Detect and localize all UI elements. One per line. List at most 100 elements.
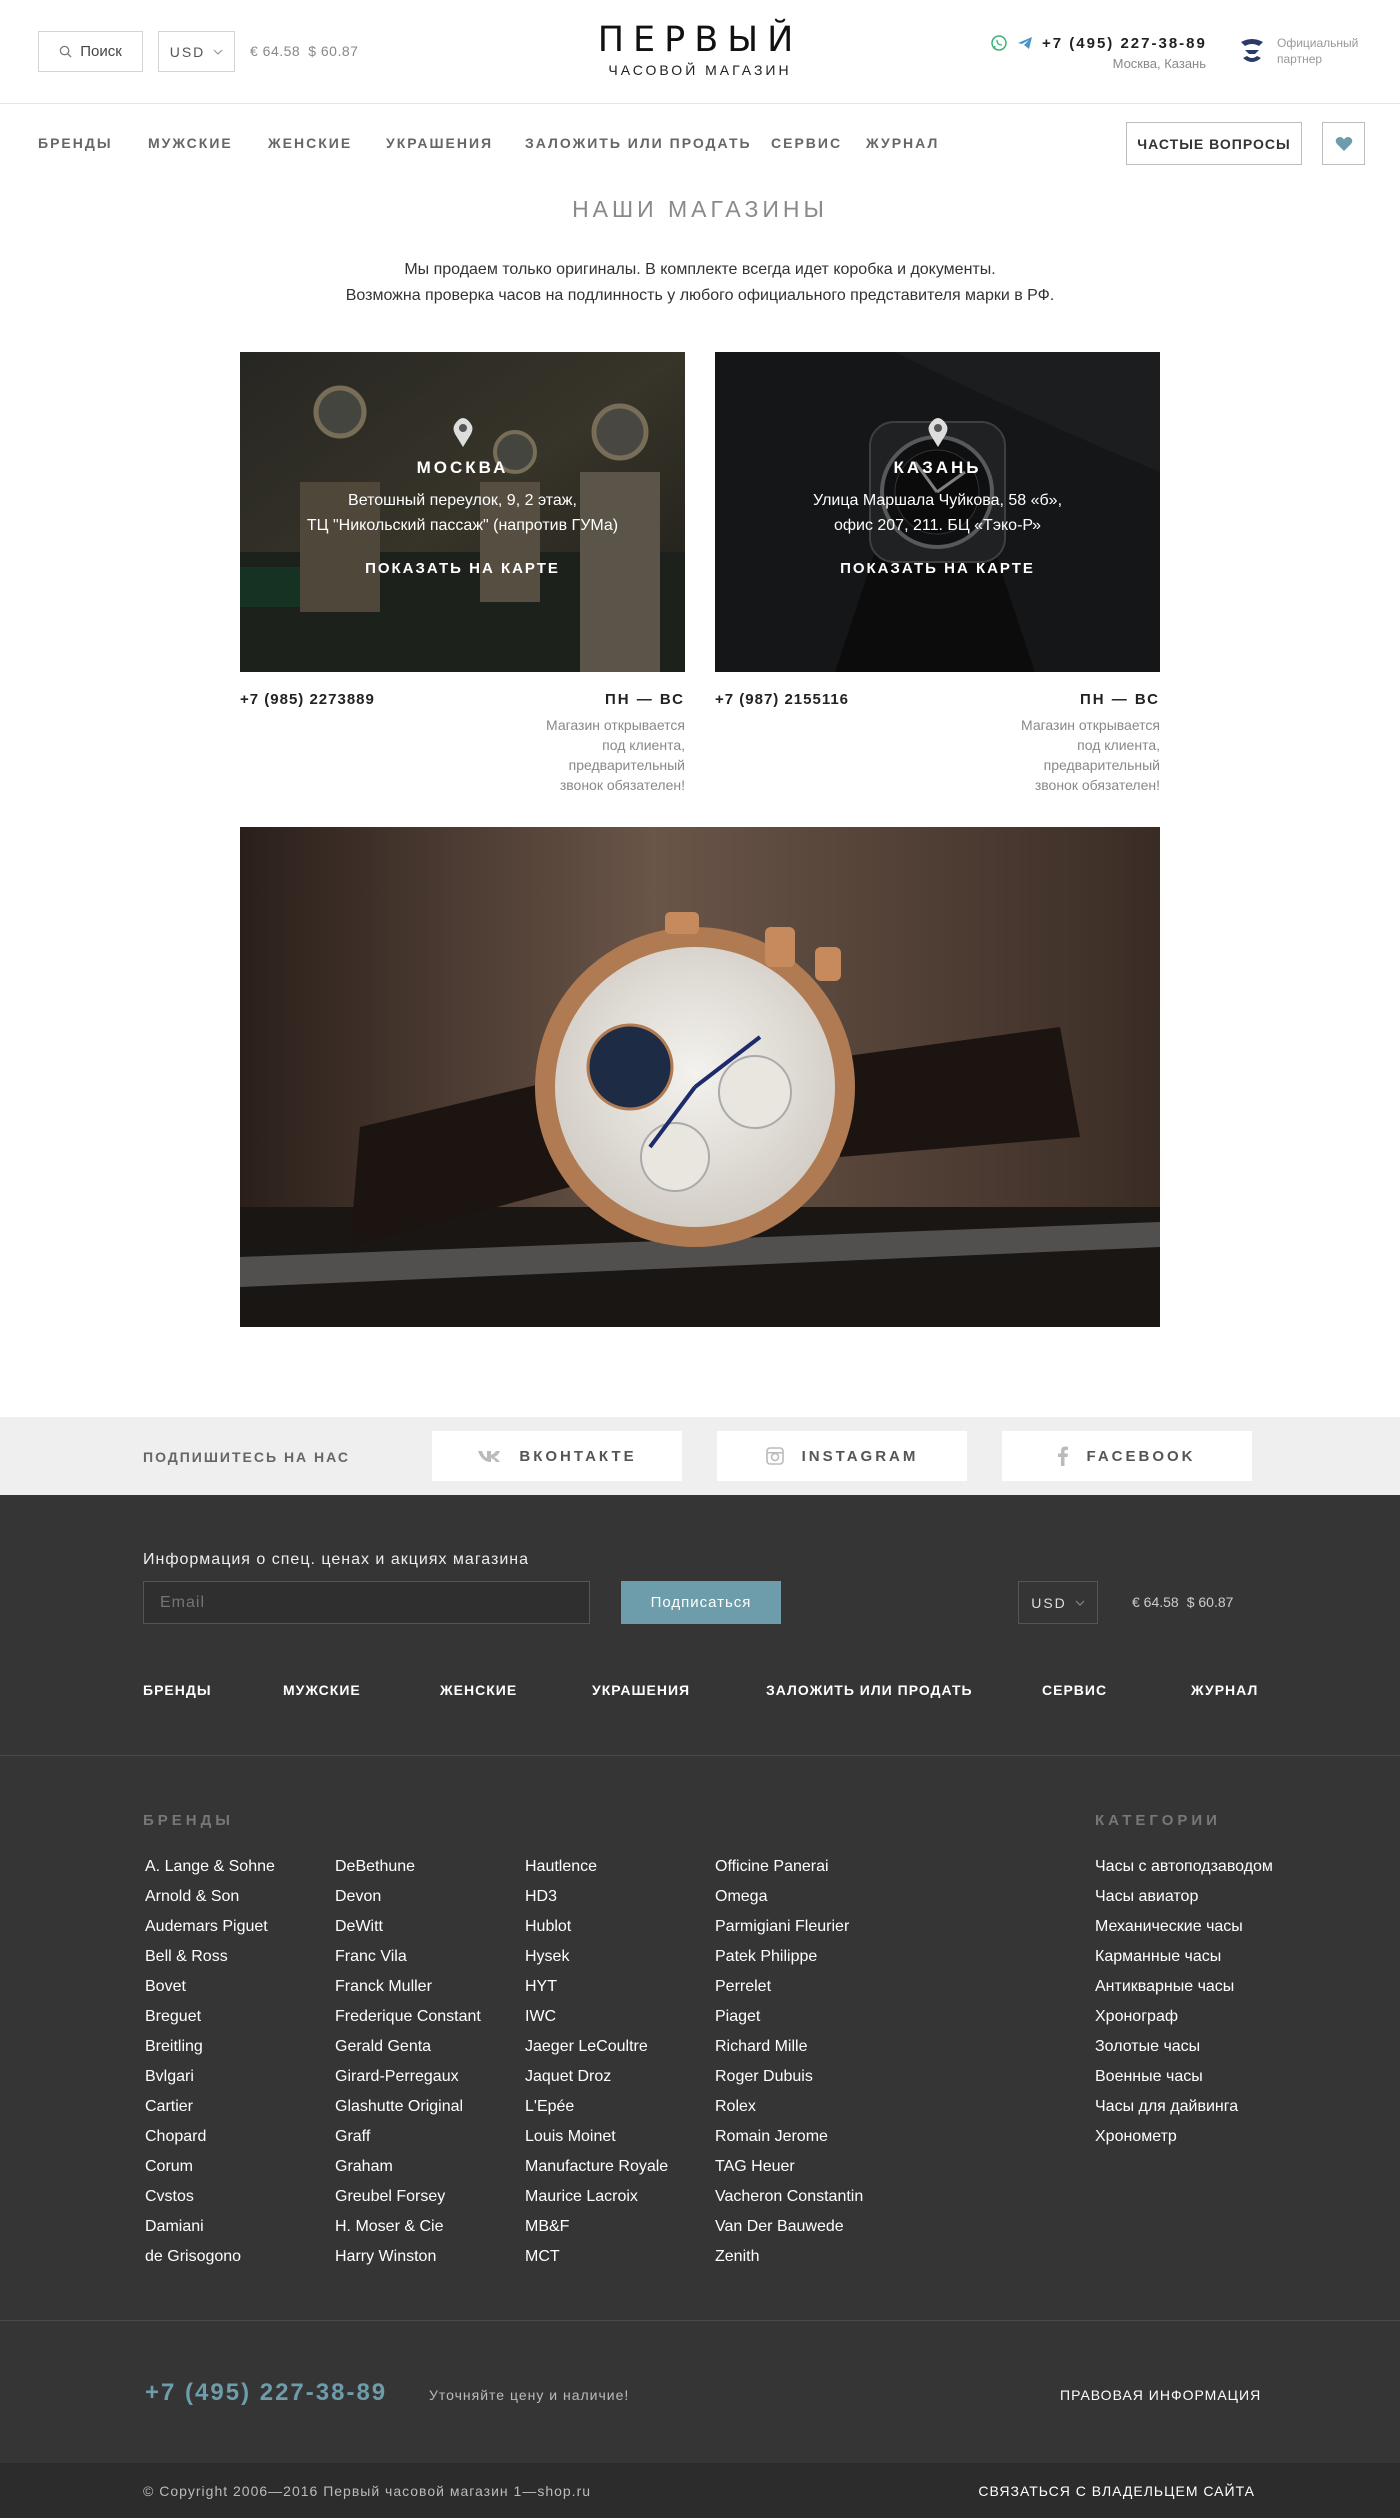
brand-link[interactable]: Zenith <box>715 2242 863 2272</box>
brand-link[interactable]: MCT <box>525 2242 668 2272</box>
brand-link[interactable]: Piaget <box>715 2002 863 2032</box>
category-link[interactable]: Золотые часы <box>1095 2032 1273 2062</box>
footer-nav-pawn-sell[interactable]: ЗАЛОЖИТЬ ИЛИ ПРОДАТЬ <box>766 1682 973 1698</box>
brand-link[interactable]: Bell & Ross <box>145 1942 275 1972</box>
show-on-map-link[interactable]: ПОКАЗАТЬ НА КАРТЕ <box>840 560 1035 577</box>
brand-link[interactable]: Hysek <box>525 1942 668 1972</box>
category-link[interactable]: Часы с автоподзаводом <box>1095 1852 1273 1882</box>
brand-link[interactable]: Jaeger LeCoultre <box>525 2032 668 2062</box>
brand-link[interactable]: Audemars Piguet <box>145 1912 275 1942</box>
brand-link[interactable]: Cvstos <box>145 2182 275 2212</box>
footer-currency-select[interactable]: USD <box>1018 1581 1098 1624</box>
brand-link[interactable]: Greubel Forsey <box>335 2182 481 2212</box>
whatsapp-icon[interactable] <box>990 34 1008 52</box>
category-link[interactable]: Военные часы <box>1095 2062 1273 2092</box>
show-on-map-link[interactable]: ПОКАЗАТЬ НА КАРТЕ <box>365 560 560 577</box>
brand-link[interactable]: A. Lange & Sohne <box>145 1852 275 1882</box>
footer-nav-women[interactable]: ЖЕНСКИЕ <box>440 1682 517 1698</box>
footer-nav-journal[interactable]: ЖУРНАЛ <box>1191 1682 1258 1698</box>
brand-link[interactable]: Roger Dubuis <box>715 2062 863 2092</box>
nav-women[interactable]: ЖЕНСКИЕ <box>268 135 352 151</box>
brand-link[interactable]: DeBethune <box>335 1852 481 1882</box>
footer-nav-brands[interactable]: БРЕНДЫ <box>143 1682 212 1698</box>
vk-button[interactable]: ВКОНТАКТЕ <box>432 1431 682 1481</box>
category-link[interactable]: Карманные часы <box>1095 1942 1273 1972</box>
brand-link[interactable]: MB&F <box>525 2212 668 2242</box>
footer-nav-jewelry[interactable]: УКРАШЕНИЯ <box>592 1682 690 1698</box>
brand-link[interactable]: Frederique Constant <box>335 2002 481 2032</box>
nav-men[interactable]: МУЖСКИЕ <box>148 135 233 151</box>
brand-link[interactable]: DeWitt <box>335 1912 481 1942</box>
brand-link[interactable]: Richard Mille <box>715 2032 863 2062</box>
footer-phone[interactable]: +7 (495) 227-38-89 <box>145 2379 387 2407</box>
store-phone[interactable]: +7 (987) 2155116 <box>715 691 849 708</box>
brand-link[interactable]: TAG Heuer <box>715 2152 863 2182</box>
header-phone[interactable]: +7 (495) 227-38-89 <box>1042 35 1207 52</box>
brand-link[interactable]: Patek Philippe <box>715 1942 863 1972</box>
brand-link[interactable]: Franck Muller <box>335 1972 481 2002</box>
brand-link[interactable]: de Grisogono <box>145 2242 275 2272</box>
favorites-button[interactable] <box>1322 122 1365 165</box>
brand-link[interactable]: Graff <box>335 2122 481 2152</box>
nav-jewelry[interactable]: УКРАШЕНИЯ <box>386 135 493 151</box>
brand-link[interactable]: Maurice Lacroix <box>525 2182 668 2212</box>
brand-link[interactable]: Gerald Genta <box>335 2032 481 2062</box>
nav-service[interactable]: СЕРВИС <box>771 135 842 151</box>
category-link[interactable]: Механические часы <box>1095 1912 1273 1942</box>
subscribe-button[interactable]: Подписаться <box>621 1581 781 1624</box>
brand-link[interactable]: Omega <box>715 1882 863 1912</box>
brand-link[interactable]: Damiani <box>145 2212 275 2242</box>
footer-nav-service[interactable]: СЕРВИС <box>1042 1682 1107 1698</box>
brand-link[interactable]: Breguet <box>145 2002 275 2032</box>
store-note-line3: звонок обязателен! <box>559 777 685 793</box>
brand-link[interactable]: Officine Panerai <box>715 1852 863 1882</box>
brand-link[interactable]: Rolex <box>715 2092 863 2122</box>
nav-brands[interactable]: БРЕНДЫ <box>38 135 113 151</box>
store-phone[interactable]: +7 (985) 2273889 <box>240 691 375 708</box>
category-link[interactable]: Хронограф <box>1095 2002 1273 2032</box>
nav-journal[interactable]: ЖУРНАЛ <box>866 135 939 151</box>
category-link[interactable]: Часы авиатор <box>1095 1882 1273 1912</box>
facebook-button[interactable]: FACEBOOK <box>1002 1431 1252 1481</box>
footer-nav-men[interactable]: МУЖСКИЕ <box>283 1682 361 1698</box>
brand-link[interactable]: Graham <box>335 2152 481 2182</box>
faq-button[interactable]: ЧАСТЫЕ ВОПРОСЫ <box>1126 122 1302 165</box>
brand-link[interactable]: Corum <box>145 2152 275 2182</box>
telegram-icon[interactable] <box>1016 34 1034 52</box>
brand-link[interactable]: H. Moser & Cie <box>335 2212 481 2242</box>
category-link[interactable]: Антикварные часы <box>1095 1972 1273 2002</box>
brand-link[interactable]: Breitling <box>145 2032 275 2062</box>
brand-link[interactable]: Devon <box>335 1882 481 1912</box>
instagram-label: INSTAGRAM <box>801 1447 919 1465</box>
brand-link[interactable]: Harry Winston <box>335 2242 481 2272</box>
brand-link[interactable]: Jaquet Droz <box>525 2062 668 2092</box>
brand-link[interactable]: Hublot <box>525 1912 668 1942</box>
brand-link[interactable]: Perrelet <box>715 1972 863 2002</box>
brand-link[interactable]: Louis Moinet <box>525 2122 668 2152</box>
brand-link[interactable]: Romain Jerome <box>715 2122 863 2152</box>
legal-info-link[interactable]: ПРАВОВАЯ ИНФОРМАЦИЯ <box>1060 2387 1261 2403</box>
brand-link[interactable]: Chopard <box>145 2122 275 2152</box>
brand-link[interactable]: IWC <box>525 2002 668 2032</box>
category-link[interactable]: Хронометр <box>1095 2122 1273 2152</box>
brand-link[interactable]: HYT <box>525 1972 668 2002</box>
contact-owner-link[interactable]: СВЯЗАТЬСЯ С ВЛАДЕЛЬЦЕМ САЙТА <box>978 2483 1255 2499</box>
category-link[interactable]: Часы для дайвинга <box>1095 2092 1273 2122</box>
brand-link[interactable]: HD3 <box>525 1882 668 1912</box>
brand-link[interactable]: Hautlence <box>525 1852 668 1882</box>
brand-link[interactable]: Van Der Bauwede <box>715 2212 863 2242</box>
brand-link[interactable]: Vacheron Constantin <box>715 2182 863 2212</box>
brand-link[interactable]: Franc Vila <box>335 1942 481 1972</box>
brand-link[interactable]: Bvlgari <box>145 2062 275 2092</box>
brand-link[interactable]: Cartier <box>145 2092 275 2122</box>
brand-link[interactable]: Arnold & Son <box>145 1882 275 1912</box>
nav-pawn-sell[interactable]: ЗАЛОЖИТЬ ИЛИ ПРОДАТЬ <box>525 135 752 151</box>
brand-link[interactable]: Girard-Perregaux <box>335 2062 481 2092</box>
brand-link[interactable]: L'Epée <box>525 2092 668 2122</box>
instagram-button[interactable]: INSTAGRAM <box>717 1431 967 1481</box>
brand-link[interactable]: Bovet <box>145 1972 275 2002</box>
brand-link[interactable]: Manufacture Royale <box>525 2152 668 2182</box>
brand-link[interactable]: Parmigiani Fleurier <box>715 1912 863 1942</box>
email-input[interactable] <box>143 1581 590 1624</box>
brand-link[interactable]: Glashutte Original <box>335 2092 481 2122</box>
